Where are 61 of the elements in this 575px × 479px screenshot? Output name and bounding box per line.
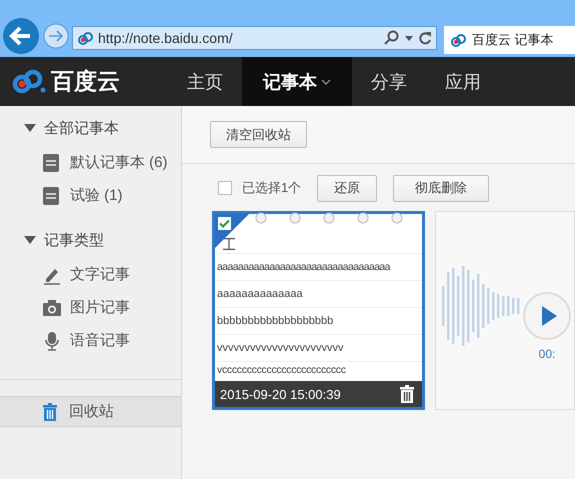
ring-icon (289, 212, 301, 224)
notebook-icon (42, 152, 62, 172)
nav-tab[interactable]: 主页 (168, 57, 242, 106)
address-bar[interactable]: http://note.baidu.com/ (72, 26, 437, 50)
note-line: vvvvvvvvvvvvvvvvvvvvvvv (215, 334, 422, 361)
url-text: http://note.baidu.com/ (98, 30, 233, 46)
trash-label: 回收站 (69, 402, 114, 421)
note-card[interactable]: 00: (435, 211, 575, 410)
sidebar-item[interactable]: 默认记事本 (6) (0, 146, 181, 179)
action-button[interactable]: 还原 (317, 174, 378, 202)
logo-text: 百度云 (51, 67, 120, 96)
sidebar-item[interactable]: 图片记事 (0, 291, 181, 324)
sidebar-item[interactable]: 语音记事 (0, 324, 181, 357)
ring-icon (323, 212, 335, 224)
selection-count: 已选择1个 (242, 179, 302, 197)
tab-title: 百度云 记事本 (472, 31, 554, 49)
note-line: aaaaaaaaaaaaaa (215, 280, 422, 307)
duration-text: 00: (538, 346, 556, 360)
action-button[interactable]: 彻底删除 (393, 174, 490, 202)
check-corner-icon (215, 214, 249, 248)
note-card[interactable]: aaaaaaaaaaaaaaaaaaaaaaaaaaaaaaaaa aaaaaaaaaaaaaa bbbbbbbbbbbbbbbbbbb vvvvvvvvvvvvvvvvvvvvvvv vccccccccccccccccccccccccc 2015-09-20 15:00:39 (212, 211, 425, 410)
sidebar-item[interactable]: 试验 (1) (0, 179, 181, 212)
note-line: vccccccccccccccccccccccccc (215, 361, 422, 376)
select-all-checkbox[interactable] (218, 181, 232, 195)
item-label: 文字记事 (70, 265, 130, 284)
cloud-icon (450, 32, 466, 48)
item-label: 试验 (1) (70, 186, 122, 205)
cloud-logo-icon (12, 68, 48, 96)
group-label: 全部记事本 (44, 118, 119, 138)
group-label: 记事类型 (44, 230, 104, 250)
browser-tab[interactable]: 百度云 记事本 (444, 26, 575, 54)
item-label: 默认记事本 (6) (70, 153, 168, 172)
nav-tab[interactable]: 记事本 (242, 57, 352, 106)
back-icon[interactable] (2, 17, 40, 55)
sidebar-group[interactable]: 全部记事本 (0, 114, 181, 142)
triangle-down-icon (24, 235, 36, 245)
note-line: aaaaaaaaaaaaaaaaaaaaaaaaaaaaaaaaa (215, 253, 422, 280)
trash-icon (43, 402, 57, 420)
trash-icon[interactable] (400, 385, 414, 403)
refresh-icon[interactable] (418, 30, 432, 46)
item-label: 图片记事 (70, 298, 130, 317)
note-line: bbbbbbbbbbbbbbbbbbb (215, 307, 422, 334)
sidebar-item[interactable]: 文字记事 (0, 258, 181, 291)
note-date: 2015-09-20 15:00:39 (220, 386, 341, 402)
microphone-icon (42, 330, 62, 350)
ring-icon (391, 212, 403, 224)
trash-item[interactable]: 回收站 (0, 396, 181, 427)
text-cursor-icon (223, 238, 235, 250)
play-button-icon[interactable] (522, 290, 572, 340)
notebook-icon (42, 186, 62, 206)
nav-tab[interactable]: 应用 (426, 57, 500, 106)
item-label: 语音记事 (70, 331, 130, 350)
ring-icon (357, 212, 369, 224)
ring-icon (255, 212, 267, 224)
nav-tab[interactable]: 分享 (352, 57, 426, 106)
search-icon[interactable] (384, 30, 400, 46)
cloud-icon (77, 30, 93, 46)
sidebar-group[interactable]: 记事类型 (0, 226, 181, 254)
empty-trash-button[interactable]: 清空回收站 (210, 121, 307, 148)
triangle-down-icon (24, 123, 36, 133)
camera-icon (42, 298, 62, 318)
